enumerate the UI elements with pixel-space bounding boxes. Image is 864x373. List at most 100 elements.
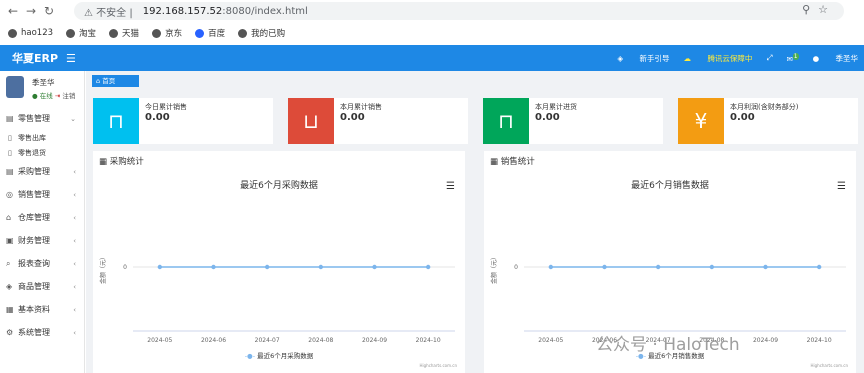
basket-icon: ⊓: [93, 98, 139, 144]
chart-legend[interactable]: -●- 最近6个月采购数据: [93, 350, 465, 360]
data-point: [709, 264, 715, 270]
guide-button[interactable]: ◈ 新手引导: [617, 53, 669, 64]
grid-icon: ▦: [490, 157, 499, 167]
menu-purchase[interactable]: ▤ 采购管理 ‹: [0, 160, 84, 183]
avatar: [6, 76, 24, 98]
browser-chrome: ← → ↻ ⚠ 不安全 | 192.168.157.52 :8080/index…: [0, 0, 864, 45]
url-path: :8080/index.html: [222, 5, 308, 17]
submenu-retail-return[interactable]: ▯ 零售退货: [0, 145, 84, 160]
chart-title: 最近6个月销售数据: [631, 181, 709, 191]
menu-system[interactable]: ⚙ 系统管理 ‹: [0, 321, 84, 344]
app-topbar: 华夏ERP ☰ ◈ 新手引导 ☁ 腾讯云保障中 ⤢ ✉1 ● 季圣华: [0, 45, 864, 71]
bookmark[interactable]: 淘宝: [66, 27, 96, 39]
x-tick-label: 2024-10: [416, 337, 441, 344]
x-tick-label: 2024-05: [538, 337, 563, 344]
panel-title: ▦ 销售统计: [490, 157, 535, 167]
chevron-left-icon: ‹: [73, 328, 76, 337]
security-warning: ⚠ 不安全 |: [84, 7, 133, 19]
menu-basic-data[interactable]: ▦ 基本资料 ‹: [0, 298, 84, 321]
data-point: [816, 264, 822, 270]
chart-title: 最近6个月采购数据: [240, 181, 318, 191]
stat-value: 0.00: [535, 112, 560, 123]
sales-icon: ◎: [6, 190, 13, 199]
bookmark[interactable]: 京东: [152, 27, 182, 39]
purchase-icon: ▤: [6, 167, 14, 176]
cart-icon: ⊔: [288, 98, 334, 144]
stat-value: 0.00: [145, 112, 170, 123]
user-name: 季圣华: [32, 78, 55, 87]
data-point: [372, 264, 377, 270]
sales-chart: 金额（元） 02024-05 2024-06 2024-07 2024-08 2024-0…: [490, 254, 846, 344]
data-point: [318, 264, 324, 270]
bookmark[interactable]: 天猫: [109, 27, 139, 39]
product-icon: ◈: [6, 282, 13, 291]
menu-finance[interactable]: ▣ 财务管理 ‹: [0, 229, 84, 252]
chevron-left-icon: ‹: [73, 282, 76, 291]
stat-card-month-profit: ¥ 本月利润(含财务部分) 0.00: [678, 98, 858, 144]
warehouse-icon: ⌂: [6, 213, 12, 222]
bookmark[interactable]: 百度: [195, 27, 225, 39]
list-icon: ▯: [8, 133, 12, 142]
data-point: [264, 264, 270, 270]
finance-icon: ▣: [6, 236, 14, 245]
x-tick-label: 2024-05: [147, 337, 172, 344]
data-point: [655, 264, 661, 270]
menu-products[interactable]: ◈ 商品管理 ‹: [0, 275, 84, 298]
y-axis-label: 金额（元）: [490, 254, 498, 284]
chevron-left-icon: ‹: [73, 236, 76, 245]
menu-retail[interactable]: ▤ 零售管理 ⌄: [0, 107, 84, 130]
chevron-left-icon: ‹: [73, 167, 76, 176]
retail-icon: ▤: [6, 114, 14, 123]
data-point: [425, 264, 431, 270]
stat-card-today-sales: ⊓ 今日累计销售 0.00: [93, 98, 273, 144]
message-icon[interactable]: ✉1: [786, 52, 799, 63]
main-content: ⌂ 首页 ⊓ 今日累计销售 0.00 ⊔ 本月累计销售 0.00 ⊓ 本月累计进…: [86, 71, 864, 373]
chart-credit: Highcharts.com.cn: [810, 363, 849, 368]
grid-icon: ▦: [6, 305, 14, 314]
data-point: [763, 264, 768, 270]
gear-icon: ⚙: [6, 328, 14, 337]
chevron-left-icon: ‹: [73, 213, 76, 222]
zoom-star-icons[interactable]: ⚲☆: [802, 3, 836, 16]
y-axis-label: 金额（元）: [99, 254, 107, 284]
data-point: [548, 264, 554, 270]
back-icon[interactable]: ←: [4, 4, 22, 18]
stat-card-month-purchase: ⊓ 本月累计进货 0.00: [483, 98, 663, 144]
x-tick-label: 2024-08: [308, 337, 333, 344]
online-status: ● 在线: [32, 92, 53, 100]
user-panel: 季圣华 ● 在线 ⇥ 注销: [0, 71, 84, 107]
menu-toggle-icon[interactable]: ☰: [66, 52, 76, 65]
submenu-retail-out[interactable]: ▯ 零售出库: [0, 130, 84, 145]
forward-icon[interactable]: →: [22, 4, 40, 18]
data-point: [602, 264, 607, 270]
bookmarks-bar: hao123 淘宝 天猫 京东 百度 我的已购: [0, 24, 864, 42]
menu-sales[interactable]: ◎ 销售管理 ‹: [0, 183, 84, 206]
x-tick-label: 2024-06: [201, 337, 226, 344]
stat-label: 今日累计销售: [145, 103, 187, 111]
purchase-panel: ▦ 采购统计 最近6个月采购数据 ☰ 金额（元） 0 2024-05 2024-06 2…: [93, 151, 465, 373]
yen-icon: ¥: [678, 98, 724, 144]
basket-icon: ⊓: [483, 98, 529, 144]
stat-card-month-sales: ⊔ 本月累计销售 0.00: [288, 98, 468, 144]
user-menu[interactable]: ● 季圣华: [813, 53, 858, 64]
data-point: [211, 264, 216, 270]
list-icon: ▯: [8, 148, 12, 157]
bookmark[interactable]: hao123: [8, 28, 53, 38]
y-tick-label: 0: [123, 264, 127, 271]
logout-link[interactable]: ⇥ 注销: [55, 92, 76, 100]
chevron-left-icon: ‹: [73, 305, 76, 314]
reload-icon[interactable]: ↻: [40, 4, 58, 18]
purchase-chart: 金额（元） 0 2024-05 2024-06 2024-07 2024-08 2024-0…: [99, 254, 455, 344]
chevron-left-icon: ‹: [73, 190, 76, 199]
bookmark[interactable]: 我的已购: [238, 27, 285, 39]
breadcrumb-tab[interactable]: ⌂ 首页: [92, 75, 139, 87]
address-bar[interactable]: ⚠ 不安全 | 192.168.157.52 :8080/index.html …: [74, 2, 844, 20]
fullscreen-icon[interactable]: ⤢: [766, 53, 772, 63]
cloud-status: ☁ 腾讯云保障中: [683, 53, 753, 63]
panel-title: ▦ 采购统计: [99, 157, 144, 167]
menu-reports[interactable]: ⌕ 报表查询 ‹: [0, 252, 84, 275]
grid-icon: ▦: [99, 157, 108, 167]
stat-label: 本月利润(含财务部分): [730, 103, 799, 111]
url-host: 192.168.157.52: [142, 5, 223, 17]
menu-warehouse[interactable]: ⌂ 仓库管理 ‹: [0, 206, 84, 229]
